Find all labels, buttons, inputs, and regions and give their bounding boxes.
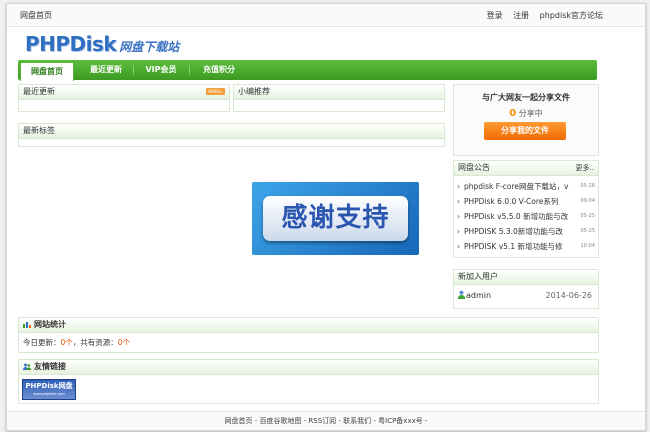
main-nav: 网盘首页 最近更新 VIP会员 充值积分: [18, 60, 597, 81]
editor-picks-title: 小编推荐: [238, 87, 270, 96]
user-icon: [457, 290, 466, 299]
nav-home[interactable]: 网盘首页: [20, 62, 74, 81]
new-users-panel: 新加入用户 admin 2014-06-26: [453, 269, 599, 309]
chart-icon: [23, 322, 31, 328]
announcements-more-link[interactable]: 更多..: [576, 161, 594, 175]
announcements-title: 网盘公告: [458, 163, 490, 172]
announcement-date: 05-25: [580, 213, 595, 219]
new-users-title: 新加入用户: [458, 272, 498, 281]
forum-link[interactable]: phpdisk官方论坛: [540, 11, 603, 20]
user-row: admin 2014-06-26: [454, 289, 598, 303]
friend-links-header: 友情链接: [19, 360, 598, 375]
thanks-banner-text: 感谢支持: [263, 196, 408, 241]
announcement-text: PHPDisk 6.0.0 V-Core系列: [464, 197, 559, 206]
page: 网盘首页 登录 注册 phpdisk官方论坛 PHPDisk 网盘下载站 网盘首页…: [6, 3, 646, 431]
nav-recent[interactable]: 最近更新: [80, 60, 132, 80]
friend-links-title: 友情链接: [34, 362, 66, 371]
share-count: 0 分享中: [454, 108, 598, 119]
latest-tags-panel: 最新标签: [18, 123, 445, 147]
announcement-item[interactable]: PHPDisk 6.0.0 V-Core系列 09-04: [454, 194, 598, 209]
editor-picks-panel: 小编推荐: [233, 84, 445, 112]
announcement-date: 10-04: [580, 243, 595, 249]
editor-picks-header: 小编推荐: [234, 85, 444, 100]
top-links: 登录 注册 phpdisk官方论坛: [479, 10, 603, 21]
announcement-date: 05-26: [580, 183, 595, 189]
announcement-item[interactable]: phpdisk F-core网盘下载站，v 05-26: [454, 179, 598, 194]
share-title: 与广大网友一起分享文件: [482, 93, 570, 102]
logo-text-cn: 网盘下载站: [119, 40, 180, 54]
thanks-banner[interactable]: 感谢支持: [252, 182, 419, 255]
announcement-item[interactable]: PHPDisk v5.5.0 新增功能与改 05-25: [454, 209, 598, 224]
nav-separator: [189, 65, 190, 75]
logo-text-en: PHPDisk: [25, 32, 117, 56]
today-updates-value: 0个: [60, 338, 73, 347]
site-logo[interactable]: PHPDisk 网盘下载站: [25, 32, 179, 56]
share-count-number: 0: [509, 108, 517, 119]
share-count-suffix: 分享中: [518, 109, 543, 118]
site-stats-body: 今日更新：0个，共有资源：0个: [19, 333, 598, 352]
user-join-date: 2014-06-26: [545, 291, 593, 300]
announcement-date: 05-25: [580, 228, 595, 234]
recent-updates-panel: 最近更新 MORE»: [18, 84, 230, 112]
nav-vip[interactable]: VIP会员: [136, 60, 186, 80]
announcement-date: 09-04: [580, 198, 595, 204]
new-users-header: 新加入用户: [454, 270, 598, 285]
latest-tags-header: 最新标签: [19, 124, 444, 139]
announcements-list: phpdisk F-core网盘下载站，v 05-26 PHPDisk 6.0.0…: [454, 179, 598, 254]
announcements-header: 网盘公告 更多..: [454, 161, 598, 176]
top-bar: 网盘首页 登录 注册 phpdisk官方论坛: [7, 4, 645, 27]
latest-tags-title: 最新标签: [23, 126, 55, 135]
phpdisk-link-badge[interactable]: PHPDisk网盘 www.phpdisk.com: [22, 379, 76, 400]
today-updates-label: 今日更新：: [23, 338, 61, 347]
announcement-text: PHPDisk v5.5.0 新增功能与改: [464, 212, 569, 221]
user-name-link[interactable]: admin: [466, 291, 491, 300]
top-home-link[interactable]: 网盘首页: [20, 10, 52, 21]
total-resources-label: ，共有资源：: [72, 338, 118, 347]
site-stats-header: 网站统计: [19, 318, 598, 333]
site-stats-panel: 网站统计 今日更新：0个，共有资源：0个: [18, 317, 599, 353]
site-stats-title: 网站统计: [34, 320, 66, 329]
phpdisk-link-main: PHPDisk网盘: [25, 382, 73, 390]
announcement-item[interactable]: PHPDISK v5.1 新增功能与修 10-04: [454, 239, 598, 254]
share-files-button[interactable]: 分享我的文件: [484, 122, 566, 140]
footer: 网盘首页 - 百度谷歌地图 - RSS订阅 - 联系我们 - 粤ICP备xxx号…: [7, 411, 645, 430]
announcement-text: PHPDISK 5.3.0新增功能与改: [464, 227, 563, 236]
nav-recharge[interactable]: 充值积分: [192, 60, 246, 80]
more-button[interactable]: MORE»: [206, 88, 225, 95]
recent-updates-title: 最近更新: [23, 87, 55, 96]
announcement-text: PHPDISK v5.1 新增功能与修: [464, 242, 563, 251]
phpdisk-link-sub: www.phpdisk.com: [33, 392, 65, 396]
recent-updates-header: 最近更新 MORE»: [19, 85, 229, 100]
nav-separator: [133, 65, 134, 75]
register-link[interactable]: 注册: [513, 11, 529, 20]
announcement-item[interactable]: PHPDISK 5.3.0新增功能与改 05-25: [454, 224, 598, 239]
announcements-panel: 网盘公告 更多.. phpdisk F-core网盘下载站，v 05-26 PHP…: [453, 160, 599, 258]
login-link[interactable]: 登录: [487, 11, 503, 20]
friend-links-panel: 友情链接 PHPDisk网盘 www.phpdisk.com: [18, 359, 599, 404]
total-resources-value: 0个: [117, 338, 131, 347]
footer-links[interactable]: 网盘首页 - 百度谷歌地图 - RSS订阅 - 联系我们 - 粤ICP备xxx号…: [224, 417, 427, 425]
share-panel: 与广大网友一起分享文件 0 分享中 分享我的文件: [453, 84, 599, 156]
announcement-text: phpdisk F-core网盘下载站，v: [464, 182, 569, 191]
people-icon: [23, 363, 31, 370]
